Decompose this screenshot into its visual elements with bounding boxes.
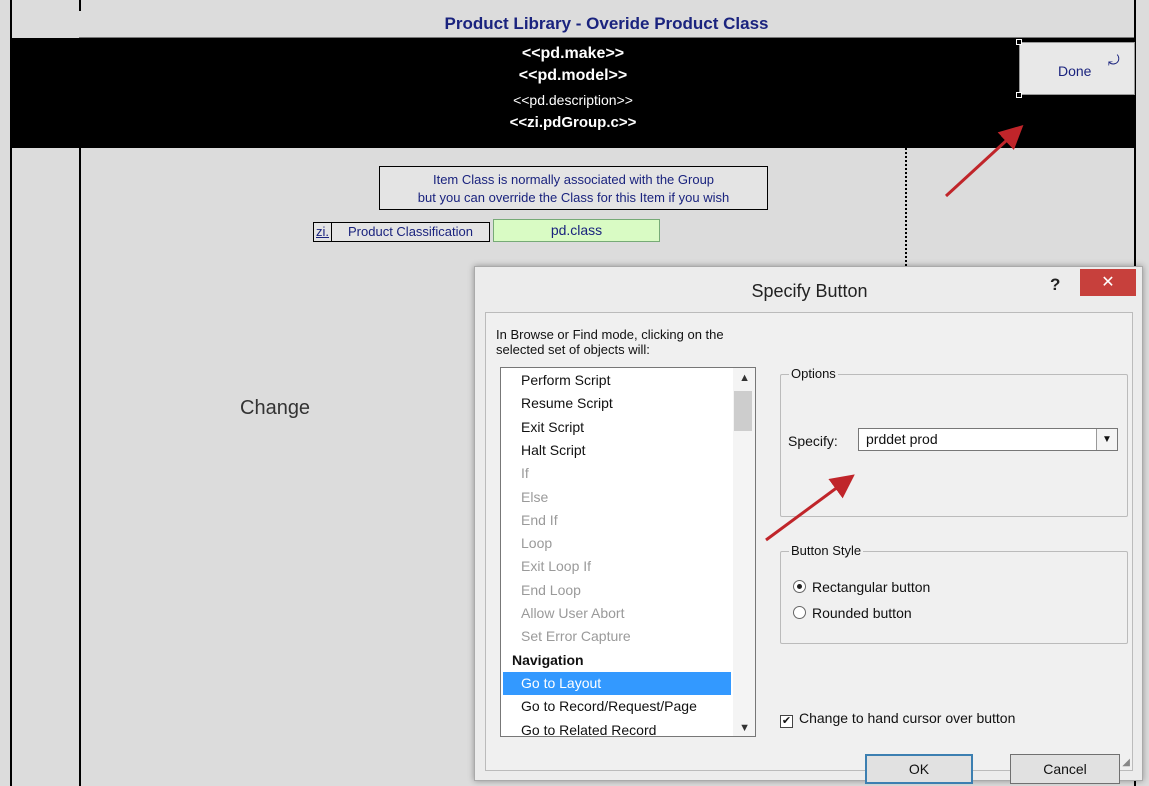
list-item[interactable]: Allow User Abort — [521, 602, 624, 625]
list-item[interactable]: Exit Loop If — [521, 555, 591, 578]
scroll-down-icon[interactable]: ▼ — [739, 722, 750, 734]
dialog-title: Specify Button — [751, 281, 868, 301]
list-item[interactable]: Go to Record/Request/Page — [521, 695, 697, 718]
list-item[interactable]: Perform Script — [521, 369, 610, 392]
intro-text: In Browse or Find mode, clicking on the … — [496, 327, 724, 357]
info-line-2: but you can override the Class for this … — [417, 190, 730, 205]
info-line-1: Item Class is normally associated with t… — [432, 172, 715, 187]
list-category-heading: Navigation — [512, 651, 584, 668]
chevron-down-icon[interactable]: ▼ — [1096, 429, 1117, 450]
button-style-group: Button Style Rectangular button Rounded … — [780, 543, 1128, 644]
scroll-thumb[interactable] — [734, 391, 752, 431]
help-button[interactable]: ? — [1050, 275, 1060, 295]
return-arrow-icon: ⤾ — [1108, 52, 1120, 68]
scroll-up-icon[interactable]: ▲ — [739, 372, 750, 384]
checkmark-icon[interactable]: ✔ — [780, 715, 793, 728]
radio-selected-icon[interactable] — [793, 580, 806, 593]
list-item[interactable]: Else — [521, 486, 548, 509]
description-merge-field: <<pd.description>> — [513, 92, 633, 108]
hand-cursor-checkbox[interactable]: ✔ Change to hand cursor over button — [780, 710, 1015, 728]
script-step-list[interactable]: Perform Script Resume Script Exit Script Ha… — [500, 367, 756, 737]
button-style-label: Button Style — [789, 543, 864, 558]
specify-button-dialog: Specify Button ? ✕ In Browse or Find mod… — [474, 266, 1143, 784]
done-label: Done — [1058, 63, 1092, 79]
zi-label: zi. — [313, 222, 332, 242]
selection-handle-icon[interactable] — [1016, 92, 1022, 98]
specify-dropdown[interactable]: prddet prod ▼ — [858, 428, 1118, 451]
cancel-button[interactable]: Cancel — [1010, 754, 1120, 784]
specify-value: prddet prod — [866, 431, 938, 447]
dialog-body: In Browse or Find mode, clicking on the … — [485, 312, 1133, 784]
options-label: Options — [789, 366, 838, 381]
list-item[interactable]: Go to Related Record — [521, 719, 656, 737]
resize-grip-icon[interactable]: ◢ — [1122, 757, 1130, 768]
rectangular-radio[interactable]: Rectangular button — [793, 579, 930, 595]
classification-label: Product Classification — [331, 222, 490, 242]
layout-guide-line — [905, 148, 907, 278]
rounded-label: Rounded button — [812, 605, 912, 621]
info-text-box: Item Class is normally associated with t… — [379, 166, 768, 210]
specify-label: Specify: — [788, 433, 838, 449]
done-button[interactable]: Done ⤾ — [1019, 42, 1135, 95]
close-button[interactable]: ✕ — [1080, 269, 1136, 296]
class-field[interactable]: pd.class — [493, 219, 660, 242]
rounded-radio[interactable]: Rounded button — [793, 605, 912, 621]
selection-handle-icon[interactable] — [1016, 39, 1022, 45]
list-item[interactable]: End If — [521, 509, 558, 532]
make-merge-field: <<pd.make>> — [521, 45, 625, 62]
model-merge-field: <<pd.model>> — [518, 67, 628, 84]
options-group: Options Specify: prddet prod ▼ — [780, 366, 1128, 517]
hand-cursor-label: Change to hand cursor over button — [799, 710, 1016, 726]
header-band: <<pd.make>> <<pd.model>> <<pd.descriptio… — [10, 38, 1136, 148]
list-item[interactable]: Go to Layout — [503, 671, 731, 695]
list-item[interactable]: Set Error Capture — [521, 625, 631, 648]
list-item[interactable]: Resume Script — [521, 392, 613, 415]
change-label: Change — [240, 397, 311, 419]
radio-empty-icon[interactable] — [793, 606, 806, 619]
list-item[interactable]: Loop — [521, 532, 552, 555]
group-merge-field: <<zi.pdGroup.c>> — [509, 114, 637, 131]
list-item[interactable]: Halt Script — [521, 439, 586, 462]
list-scrollbar[interactable]: ▲ ▼ — [733, 368, 755, 736]
rectangular-label: Rectangular button — [812, 579, 931, 595]
list-item[interactable]: If — [521, 462, 529, 485]
list-item[interactable]: Exit Script — [521, 416, 584, 439]
list-item[interactable]: End Loop — [521, 579, 581, 602]
layout-title: Product Library - Overide Product Class — [79, 11, 1134, 38]
ok-button[interactable]: OK — [865, 754, 973, 784]
